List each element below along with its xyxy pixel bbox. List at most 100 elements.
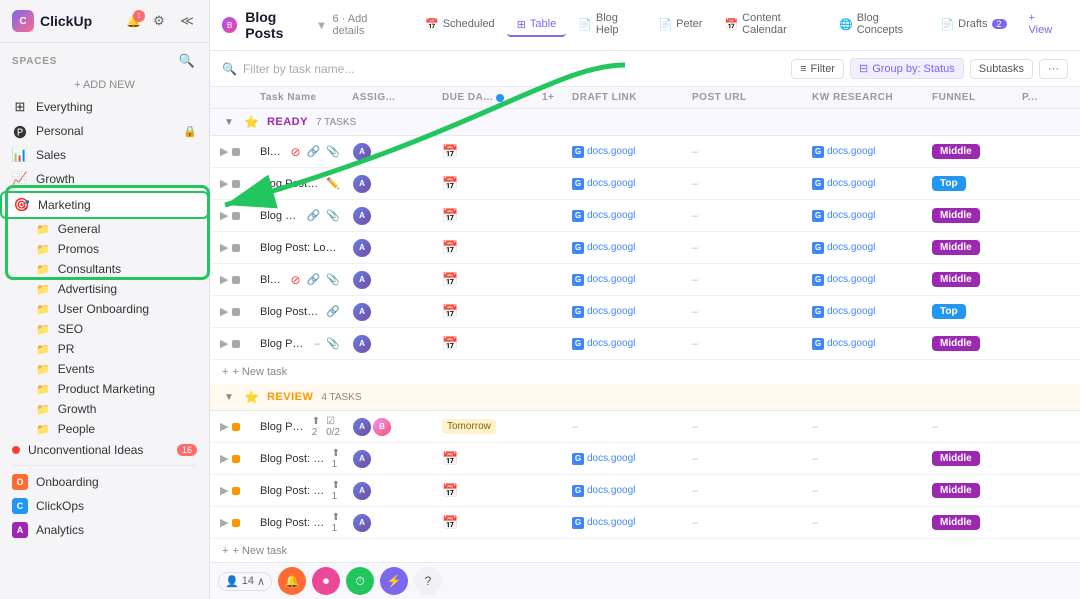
clickup-logo[interactable]: C ClickUp [12,10,92,32]
members-indicator[interactable]: 👤 14 ∧ [218,572,272,591]
kw-research-cell[interactable]: Gdocs.googl [806,334,926,354]
table-row[interactable]: ▶ Blog Post: Google Forms Alternative – … [210,328,1080,360]
col-draft-link[interactable]: DRAFT LINK [566,87,686,108]
kw-research-cell[interactable]: Gdocs.googl [806,142,926,162]
sidebar-item-advertising[interactable]: 📁 Advertising [28,279,209,299]
sidebar-item-product-marketing[interactable]: 📁 Product Marketing [28,379,209,399]
sidebar-item-seo[interactable]: 📁 SEO [28,319,209,339]
table-row[interactable]: ▶ Blog Post: Slack Alternatives 🔗 📎 A 📅 … [210,200,1080,232]
help-button[interactable]: ? [414,567,442,595]
draft-link-cell[interactable]: Gdocs.googl [566,206,686,226]
draft-link-cell[interactable]: Gdocs.googl [566,481,686,501]
subtasks-button[interactable]: Subtasks [970,59,1033,79]
draft-link-cell[interactable]: Gdocs.googl [566,238,686,258]
search-spaces-button[interactable]: 🔍 [177,51,197,71]
tab-content-calendar[interactable]: 📅 Content Calendar [714,8,827,42]
draft-link-cell[interactable]: Gdocs.googl [566,174,686,194]
due-date-cell: 📅 [436,332,536,356]
funnel-badge: Middle [932,515,980,530]
tab-peter[interactable]: 📄 Peter [648,14,712,37]
kw-research-cell[interactable]: Gdocs.googl [806,270,926,290]
col-p[interactable]: P... [1016,87,1076,108]
table-row[interactable]: ▶ Blog Post: Benefits of Agile Software … [210,296,1080,328]
collapse-sidebar-button[interactable]: ≪ [177,11,197,31]
col-post-url[interactable]: POST URL [686,87,806,108]
notification-bell[interactable]: 🔔 1 [126,14,141,28]
section-ready-header: ▼ ⭐ READY 7 TASKS [210,109,1080,136]
sidebar-item-analytics[interactable]: A Analytics [0,518,209,542]
tab-scheduled[interactable]: 📅 Scheduled [415,14,505,37]
sidebar-item-unconventional-ideas[interactable]: Unconventional Ideas 16 [0,439,209,461]
task-name-cell: Blog Post: Google Forms Alternative – 📎 [254,333,346,354]
sidebar-item-user-onboarding[interactable]: 📁 User Onboarding [28,299,209,319]
draft-link-cell[interactable]: Gdocs.googl [566,302,686,322]
col-assignee[interactable]: ASSIG... [346,87,436,108]
google-icon: G [572,210,584,222]
tab-blog-concepts[interactable]: 🌐 Blog Concepts [829,8,928,42]
sidebar-item-everything[interactable]: ⊞ Everything [0,95,209,119]
col-due-date[interactable]: DUE DA... [436,87,536,108]
sidebar-item-people[interactable]: 📁 People [28,419,209,439]
table-row[interactable]: ▶ Blog Post: How Marketing Uses ClickUp … [210,411,1080,443]
checklist-count: ☑ 0/2 [326,416,340,438]
table-row[interactable]: ▶ Blog Post: How to Create a Burndown Ch… [210,264,1080,296]
tab-drafts[interactable]: 📄 Drafts 2 [930,14,1016,37]
table-row[interactable]: ▶ Blog Post: Loom Alternatives A 📅 Gdocs… [210,232,1080,264]
ready-toggle[interactable]: ▼ [222,115,236,129]
filter-button[interactable]: ≡ Filter [791,59,844,79]
sidebar-item-sales[interactable]: 📊 Sales [0,143,209,167]
draft-link-cell[interactable]: Gdocs.googl [566,513,686,533]
num-cell [536,148,566,156]
sidebar-item-personal[interactable]: 🅟 Personal 🔒 [0,119,209,143]
add-view-button[interactable]: + View [1019,8,1069,42]
title-dropdown-icon[interactable]: ▾ [318,18,324,32]
marketing-icon: 🎯 [14,197,30,213]
sidebar-item-clickops[interactable]: C ClickOps [0,494,209,518]
sidebar-item-promos[interactable]: 📁 Promos [28,239,209,259]
sidebar-item-events[interactable]: 📁 Events [28,359,209,379]
notification-button[interactable]: 🔔 [278,567,306,595]
settings-button[interactable]: ⚙ [149,11,169,31]
task-name-cell: Blog Post: How to Create a Burndown Char… [254,269,346,291]
table-row[interactable]: ▶ Blog Post: Client Management Software … [210,507,1080,539]
sidebar-item-marketing[interactable]: 🎯 Marketing [0,191,209,219]
kw-research-cell[interactable]: Gdocs.googl [806,302,926,322]
timer-button[interactable]: ⏱ [346,567,374,595]
add-new-button[interactable]: + ADD NEW [0,75,209,95]
record-button[interactable]: ⏺ [312,567,340,595]
task-name: Blog Post: Slack Alternatives [260,210,301,222]
search-input[interactable]: 🔍 Filter by task name... [222,62,783,76]
funnel-badge: Middle [932,272,980,287]
sidebar-item-general[interactable]: 📁 General [28,219,209,239]
table-row[interactable]: ▶ Blog Post: Bear vs Evernote ⬆ 1 A 📅 Gd… [210,475,1080,507]
table-row[interactable]: ▶ Blog Post: Microsoft Onenote Alternati… [210,443,1080,475]
kw-research-cell[interactable]: Gdocs.googl [806,206,926,226]
sidebar-item-consultants[interactable]: 📁 Consultants [28,259,209,279]
sidebar-item-growth-sub[interactable]: 📁 Growth [28,399,209,419]
tab-blog-help[interactable]: 📄 Blog Help [568,8,646,42]
table-row[interactable]: ▶ Blog Post: Microsoft Project Managemen… [210,136,1080,168]
apps-button[interactable]: ⚡ [380,567,408,595]
draft-link-cell[interactable]: Gdocs.googl [566,270,686,290]
draft-link-cell[interactable]: Gdocs.googl [566,334,686,354]
new-task-review[interactable]: + + New task [210,539,1080,562]
sidebar-item-onboarding[interactable]: O Onboarding [0,470,209,494]
sidebar-item-pr[interactable]: 📁 PR [28,339,209,359]
col-kw-research[interactable]: KW RESEARCH [806,87,926,108]
new-task-ready[interactable]: + + New task [210,360,1080,384]
table-row[interactable]: ▶ Blog Post: Sales KPIs ✏️ A 📅 Gdocs.goo… [210,168,1080,200]
draft-link-cell[interactable]: Gdocs.googl [566,449,686,469]
due-date-cell: 📅 [436,479,536,503]
folder-icon: 📁 [36,243,50,256]
draft-link-cell[interactable]: Gdocs.googl [566,142,686,162]
tab-table[interactable]: ⊞ Table [507,14,567,37]
group-by-button[interactable]: ⊟ Group by: Status [850,58,964,79]
more-options-button[interactable]: ··· [1039,59,1068,79]
sidebar-item-growth[interactable]: 📈 Growth [0,167,209,191]
kw-research-cell[interactable]: Gdocs.googl [806,174,926,194]
avatar: A [352,481,372,501]
col-funnel[interactable]: FUNNEL [926,87,1016,108]
review-toggle[interactable]: ▼ [222,390,236,404]
kw-research-cell[interactable]: Gdocs.googl [806,238,926,258]
growth-icon: 📈 [12,171,28,187]
